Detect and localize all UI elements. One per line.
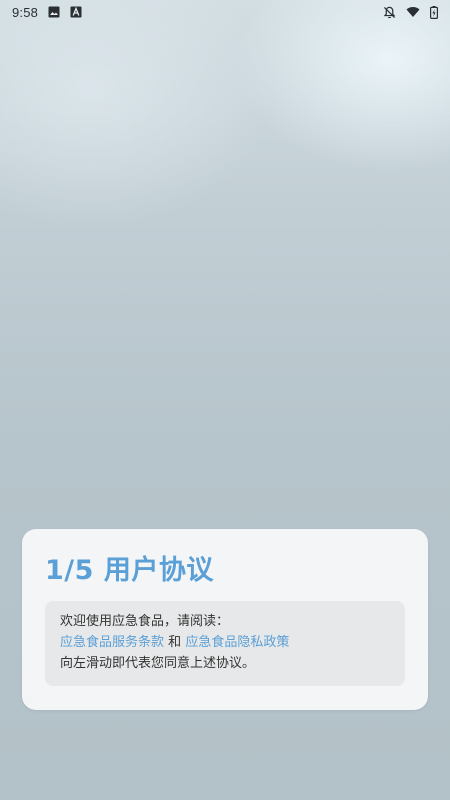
status-bar-right <box>383 5 438 19</box>
swipe-consent-text: 向左滑动即代表您同意上述协议。 <box>60 656 256 671</box>
page-title: 1/5 用户协议 <box>45 555 214 586</box>
privacy-policy-link[interactable]: 应急食品隐私政策 <box>185 635 289 650</box>
status-time: 9:58 <box>12 4 39 20</box>
wifi-icon <box>406 6 420 18</box>
font-a-icon <box>70 6 82 18</box>
battery-icon <box>430 5 438 19</box>
agreement-links-line: 应急食品服务条款 和 应急食品隐私政策 <box>60 632 390 653</box>
status-bar: 9:58 <box>0 0 450 24</box>
bell-off-icon <box>383 6 396 19</box>
image-icon <box>48 6 60 18</box>
terms-of-service-link[interactable]: 应急食品服务条款 <box>60 635 164 650</box>
welcome-text: 欢迎使用应急食品，请阅读： <box>60 614 230 629</box>
status-bar-left: 9:58 <box>12 5 82 20</box>
agreement-text-box: 欢迎使用应急食品，请阅读： 应急食品服务条款 和 应急食品隐私政策 向左滑动即代… <box>45 601 405 686</box>
agreement-card: 1/5 用户协议 欢迎使用应急食品，请阅读： 应急食品服务条款 和 应急食品隐私… <box>22 529 428 710</box>
conjunction-text: 和 <box>168 635 182 650</box>
